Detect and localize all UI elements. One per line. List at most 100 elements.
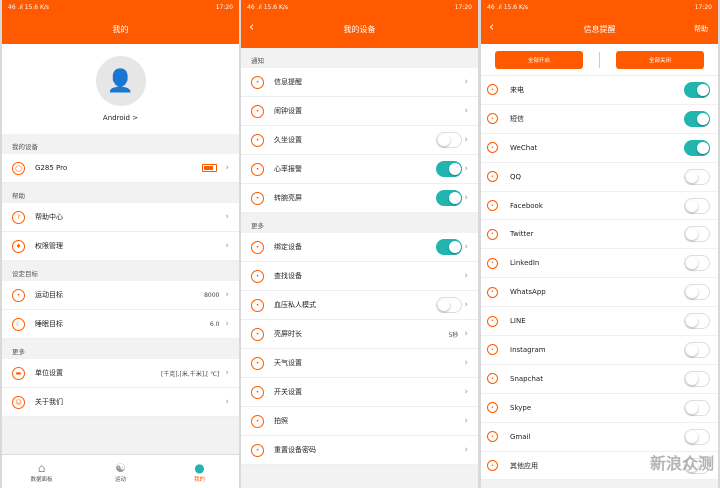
app-row[interactable]: • Twitter: [481, 220, 718, 250]
setting-row[interactable]: • 血压私人模式 ›: [241, 291, 478, 320]
setting-row[interactable]: • 转腕亮屏 ›: [241, 184, 478, 213]
app-toggle[interactable]: [684, 428, 710, 445]
permission-row[interactable]: ♦ 权限管理 ›: [2, 232, 239, 261]
tab-me[interactable]: ● 我的: [160, 455, 239, 488]
app-row[interactable]: • Skype: [481, 393, 718, 423]
setting-icon: •: [251, 443, 264, 457]
setting-row[interactable]: • 绑定设备 ›: [241, 233, 478, 262]
setting-row[interactable]: • 久坐设置 ›: [241, 126, 478, 155]
profile-card[interactable]: 👤 Android >: [2, 44, 239, 134]
battery-icon: [202, 164, 218, 172]
app-row[interactable]: • Gmail: [481, 422, 718, 452]
chevron-right-icon: ›: [464, 387, 468, 397]
setting-row[interactable]: • 重置设备密码 ›: [241, 436, 478, 465]
setting-label: 绑定设备: [274, 243, 302, 251]
chevron-right-icon: ›: [464, 271, 468, 281]
app-icon: •: [487, 113, 498, 125]
app-toggle[interactable]: [684, 168, 710, 185]
username[interactable]: Android >: [103, 114, 138, 122]
setting-row[interactable]: • 信息提醒 ›: [241, 68, 478, 97]
setting-label: 闹钟设置: [274, 107, 302, 115]
app-toggle[interactable]: [684, 255, 710, 272]
app-label: Snapchat: [510, 374, 543, 383]
setting-toggle[interactable]: [436, 161, 463, 177]
app-row[interactable]: • Instagram: [481, 336, 718, 365]
setting-row[interactable]: • 开关设置 ›: [241, 378, 478, 407]
app-toggle[interactable]: [684, 341, 710, 358]
all-on-button[interactable]: 全部开启: [495, 50, 583, 69]
setting-icon: •: [251, 385, 264, 399]
status-time: 17:20: [454, 3, 472, 11]
app-toggle[interactable]: [684, 284, 710, 301]
app-toggle[interactable]: [684, 197, 710, 214]
sleep-goal-row[interactable]: ☾ 睡眠目标 6.0 ›: [2, 310, 239, 339]
setting-row[interactable]: • 天气设置 ›: [241, 349, 478, 378]
app-row[interactable]: • QQ: [481, 162, 718, 192]
app-row[interactable]: • WeChat: [481, 133, 718, 163]
app-row[interactable]: • 来电: [481, 76, 718, 105]
tab-dashboard[interactable]: ⌂ 数据面板: [2, 455, 81, 488]
run-icon: •: [12, 288, 25, 302]
avatar[interactable]: 👤: [95, 56, 146, 106]
device-row[interactable]: ◯ G285 Pro ›: [2, 154, 239, 183]
setting-toggle[interactable]: [436, 190, 463, 206]
back-icon[interactable]: ‹: [489, 20, 494, 35]
app-icon: •: [487, 373, 498, 385]
app-row[interactable]: • LINE: [481, 307, 718, 337]
setting-row[interactable]: • 闹钟设置 ›: [241, 97, 478, 126]
about-label: 关于我们: [35, 398, 63, 406]
title-bar: 我的: [2, 14, 239, 44]
app-toggle[interactable]: [684, 313, 710, 330]
chevron-right-icon: ›: [225, 163, 229, 173]
setting-toggle[interactable]: [436, 297, 463, 313]
app-icon: •: [487, 460, 498, 472]
app-toggle[interactable]: [684, 226, 710, 243]
app-toggle[interactable]: [684, 139, 710, 156]
setting-row[interactable]: • 亮屏时长 5秒 ›: [241, 320, 478, 349]
app-toggle[interactable]: [684, 370, 710, 387]
help-link[interactable]: 帮助: [694, 24, 708, 34]
all-off-button[interactable]: 全部关闭: [616, 50, 704, 69]
setting-toggle[interactable]: [436, 239, 463, 255]
bulk-toggle-bar: 全部开启 全部关闭: [481, 44, 718, 76]
app-row[interactable]: • LinkedIn: [481, 249, 718, 279]
setting-row[interactable]: • 心率报警 ›: [241, 155, 478, 184]
app-row[interactable]: • Facebook: [481, 191, 718, 221]
watch-icon: ◯: [12, 161, 25, 175]
app-label: LINE: [510, 317, 526, 326]
chevron-right-icon: ›: [464, 106, 468, 116]
page-title: 信息提醒: [583, 24, 616, 34]
app-row[interactable]: • WhatsApp: [481, 278, 718, 308]
unit-value: [千克],[米,千米],[ ℃]: [160, 370, 220, 378]
app-toggle[interactable]: [684, 110, 710, 127]
about-row[interactable]: ☺ 关于我们 ›: [2, 388, 239, 417]
app-toggle[interactable]: [684, 81, 710, 98]
chevron-right-icon: ›: [464, 329, 468, 339]
setting-row[interactable]: • 拍照 ›: [241, 407, 478, 436]
chevron-right-icon: ›: [464, 416, 468, 426]
permission-label: 权限管理: [35, 242, 63, 250]
device-name: G285 Pro: [35, 164, 68, 172]
app-row[interactable]: • Snapchat: [481, 364, 718, 394]
sport-goal-value: 8000: [204, 291, 220, 299]
sport-goal-row[interactable]: • 运动目标 8000 ›: [2, 281, 239, 310]
help-center-row[interactable]: ? 帮助中心 ›: [2, 203, 239, 232]
tab-sport[interactable]: ☯ 运动: [81, 455, 160, 488]
chevron-right-icon: ›: [464, 164, 468, 174]
sleep-goal-value: 6.0: [209, 320, 220, 328]
back-icon[interactable]: ‹: [249, 20, 254, 35]
status-left: 46 .ıl 15.6 K/s: [8, 3, 50, 11]
app-toggle[interactable]: [684, 399, 710, 416]
chevron-right-icon: ›: [464, 300, 468, 310]
setting-row[interactable]: • 查找设备 ›: [241, 262, 478, 291]
app-label: Facebook: [510, 201, 543, 210]
status-time: 17:20: [694, 3, 712, 11]
ruler-icon: ▬: [12, 366, 25, 380]
app-list: • 来电 • 短信 • WeChat • QQ • Facebook • Twitter • Linked…: [481, 76, 718, 481]
section-goals: 设定目标: [12, 270, 38, 278]
unit-row[interactable]: ▬ 单位设置 [千克],[米,千米],[ ℃] ›: [2, 359, 239, 388]
setting-toggle[interactable]: [436, 132, 463, 148]
app-row[interactable]: • 短信: [481, 104, 718, 134]
chevron-right-icon: ›: [225, 368, 229, 378]
chevron-right-icon: ›: [225, 241, 229, 251]
